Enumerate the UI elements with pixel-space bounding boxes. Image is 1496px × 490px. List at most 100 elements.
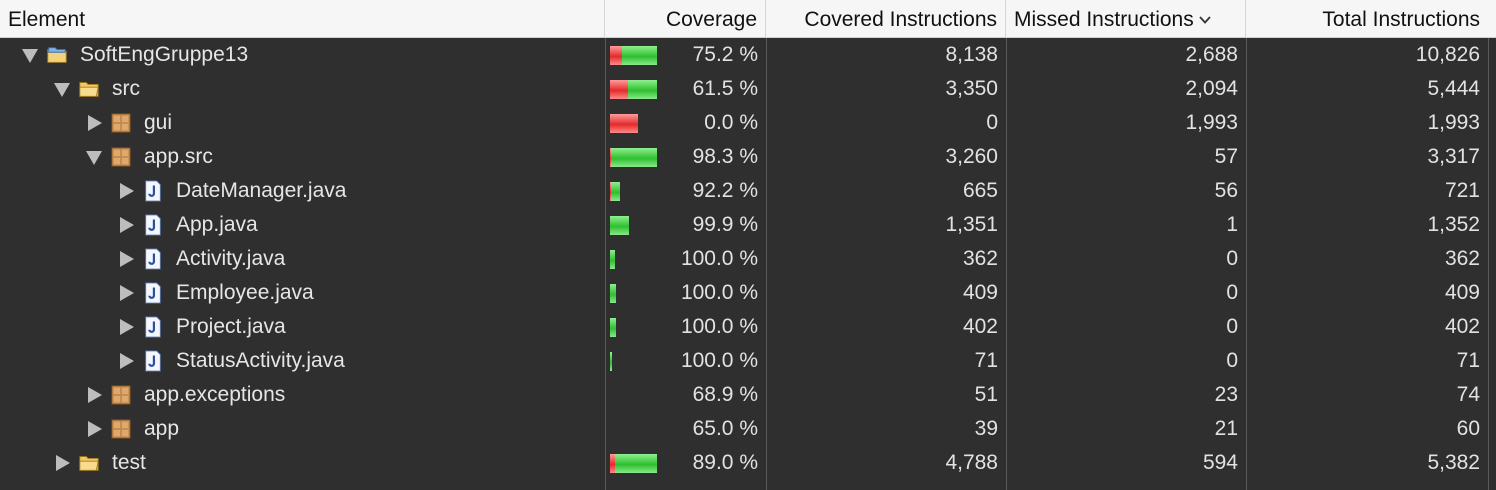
covered-instructions-value: 51 (974, 383, 998, 406)
element-name: app.exceptions (144, 383, 286, 406)
expand-arrow-icon[interactable] (88, 387, 102, 403)
java-file-icon (142, 180, 164, 202)
column-header-missed-instructions[interactable]: Missed Instructions (1006, 0, 1246, 38)
coverage-tree: SoftEngGruppe13 75.2 % 8,138 2,688 10,826 src… (0, 38, 1496, 490)
total-instructions-value: 74 (1456, 383, 1480, 406)
tree-row[interactable]: app 65.0 % 39 21 60 (0, 412, 1496, 446)
java-file-icon (142, 214, 164, 236)
tree-row[interactable]: test 89.0 % 4,788 594 5,382 (0, 446, 1496, 480)
total-instructions-value: 1,352 (1427, 213, 1480, 236)
covered-instructions-value: 39 (974, 417, 998, 440)
coverage-value: 89.0 % (692, 451, 758, 474)
column-header-total-label: Total Instructions (1322, 8, 1480, 31)
element-name: App.java (176, 213, 258, 236)
collapse-arrow-icon[interactable] (86, 151, 102, 165)
missed-instructions-value: 0 (1226, 281, 1238, 304)
tree-row[interactable]: SoftEngGruppe13 75.2 % 8,138 2,688 10,826 (0, 38, 1496, 72)
covered-instructions-value: 8,138 (945, 43, 998, 66)
expand-arrow-icon[interactable] (120, 251, 134, 267)
tree-row[interactable]: gui 0.0 % 0 1,993 1,993 (0, 106, 1496, 140)
covered-instructions-value: 3,350 (945, 77, 998, 100)
column-header-coverage[interactable]: Coverage (605, 0, 766, 38)
expand-arrow-icon[interactable] (88, 115, 102, 131)
collapse-arrow-icon[interactable] (54, 83, 70, 97)
expand-arrow-icon[interactable] (56, 455, 70, 471)
coverage-value: 100.0 % (680, 315, 758, 338)
coverage-value: 61.5 % (692, 77, 758, 100)
expand-arrow-icon[interactable] (120, 319, 134, 335)
tree-row[interactable]: App.java 99.9 % 1,351 1 1,352 (0, 208, 1496, 242)
tree-row[interactable]: DateManager.java 92.2 % 665 56 721 (0, 174, 1496, 208)
tree-row[interactable]: Activity.java 100.0 % 362 0 362 (0, 242, 1496, 276)
total-instructions-value: 71 (1456, 349, 1480, 372)
total-instructions-value: 721 (1444, 179, 1480, 202)
missed-instructions-value: 1,993 (1185, 111, 1238, 134)
column-header-element[interactable]: Element (0, 0, 605, 38)
package-icon (110, 384, 132, 406)
package-icon (110, 418, 132, 440)
coverage-value: 92.2 % (692, 179, 758, 202)
missed-instructions-value: 2,094 (1185, 77, 1238, 100)
expand-arrow-icon[interactable] (120, 183, 134, 199)
package-icon (110, 112, 132, 134)
expand-arrow-icon[interactable] (88, 421, 102, 437)
covered-instructions-value: 1,351 (945, 213, 998, 236)
element-name: app.src (144, 145, 213, 168)
covered-instructions-value: 665 (962, 179, 998, 202)
column-header-missed-label: Missed Instructions (1014, 8, 1194, 31)
column-header-covered-label: Covered Instructions (804, 8, 997, 31)
covered-instructions-value: 4,788 (945, 451, 998, 474)
package-icon (110, 146, 132, 168)
covered-instructions-value: 402 (962, 315, 998, 338)
tree-row[interactable]: Project.java 100.0 % 402 0 402 (0, 310, 1496, 344)
missed-instructions-value: 23 (1214, 383, 1238, 406)
expand-arrow-icon[interactable] (120, 285, 134, 301)
coverage-value: 100.0 % (680, 281, 758, 304)
covered-instructions-value: 3,260 (945, 145, 998, 168)
total-instructions-value: 10,826 (1415, 43, 1480, 66)
element-name: Activity.java (176, 247, 286, 270)
java-file-icon (142, 248, 164, 270)
expand-arrow-icon[interactable] (120, 217, 134, 233)
column-header-total-instructions[interactable]: Total Instructions (1246, 0, 1488, 38)
total-instructions-value: 3,317 (1427, 145, 1480, 168)
java-file-icon (142, 282, 164, 304)
tree-row[interactable]: app.exceptions 68.9 % 51 23 74 (0, 378, 1496, 412)
tree-row[interactable]: app.src 98.3 % 3,260 57 3,317 (0, 140, 1496, 174)
missed-instructions-value: 57 (1214, 145, 1238, 168)
column-header-covered-instructions[interactable]: Covered Instructions (766, 0, 1006, 38)
element-name: Project.java (176, 315, 286, 338)
missed-instructions-value: 56 (1214, 179, 1238, 202)
total-instructions-value: 5,444 (1427, 77, 1480, 100)
coverage-value: 100.0 % (680, 349, 758, 372)
folder-icon (78, 452, 100, 474)
folder-icon (78, 78, 100, 100)
coverage-value: 100.0 % (680, 247, 758, 270)
tree-row[interactable]: StatusActivity.java 100.0 % 71 0 71 (0, 344, 1496, 378)
column-header-coverage-label: Coverage (665, 8, 757, 31)
missed-instructions-value: 21 (1214, 417, 1238, 440)
missed-instructions-value: 594 (1202, 451, 1238, 474)
missed-instructions-value: 2,688 (1185, 43, 1238, 66)
total-instructions-value: 409 (1444, 281, 1480, 304)
expand-arrow-icon[interactable] (120, 353, 134, 369)
project-icon (46, 44, 68, 66)
coverage-value: 68.9 % (692, 383, 758, 406)
coverage-value: 65.0 % (692, 417, 758, 440)
element-name: app (144, 417, 180, 440)
collapse-arrow-icon[interactable] (22, 49, 38, 63)
tree-row[interactable]: src 61.5 % 3,350 2,094 5,444 (0, 72, 1496, 106)
table-header: Element Coverage Covered Instructions Mi… (0, 0, 1496, 38)
total-instructions-value: 1,993 (1427, 111, 1480, 134)
covered-instructions-value: 362 (962, 247, 998, 270)
covered-instructions-value: 0 (986, 111, 998, 134)
tree-row[interactable]: Employee.java 100.0 % 409 0 409 (0, 276, 1496, 310)
missed-instructions-value: 0 (1226, 349, 1238, 372)
covered-instructions-value: 409 (962, 281, 998, 304)
java-file-icon (142, 350, 164, 372)
coverage-value: 75.2 % (692, 43, 758, 66)
coverage-value: 0.0 % (704, 111, 758, 134)
java-file-icon (142, 316, 164, 338)
element-name: gui (144, 111, 173, 134)
chevron-down-icon[interactable] (1198, 13, 1212, 27)
